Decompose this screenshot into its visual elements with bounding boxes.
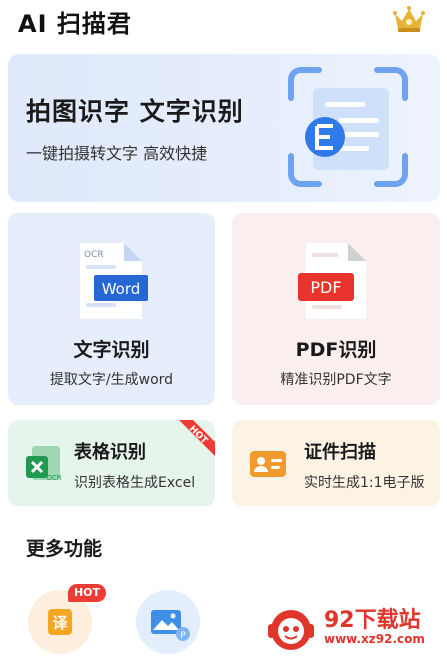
word-badge: Word [102, 280, 141, 298]
more-features-heading: 更多功能 [26, 538, 103, 560]
certificate-scan-card[interactable]: 证件扫描 实时生成1:1电子版 [232, 420, 440, 506]
image-icon: P [151, 610, 190, 641]
watermark-name: 92下载站 [324, 608, 421, 633]
hot-badge: HOT [68, 584, 106, 602]
site-watermark: 92下载站 www.xz92.com [262, 596, 442, 656]
table-recognition-subtitle: 识别表格生成Excel [74, 475, 196, 491]
banner-title: 拍图识字 文字识别 [26, 97, 244, 126]
table-recognition-title: 表格识别 [74, 442, 146, 463]
table-recognition-card[interactable]: OCR 表格识别 识别表格生成Excel HOT [8, 420, 215, 506]
crown-icon[interactable] [392, 4, 426, 34]
app-title: AI 扫描君 [18, 10, 132, 38]
pdf-badge: PDF [310, 278, 341, 297]
text-recognition-title: 文字识别 [73, 339, 150, 361]
ocr-tag: OCR [84, 250, 104, 260]
watermark-url: www.xz92.com [324, 632, 425, 646]
image-tool-button[interactable]: P [136, 590, 200, 654]
word-document-icon: OCR Word [80, 243, 148, 319]
certificate-scan-title: 证件扫描 [304, 442, 376, 463]
translate-glyph: 译 [52, 614, 68, 632]
scan-document-icon [288, 67, 408, 187]
image-glyph: P [180, 631, 186, 641]
pdf-document-icon: PDF [298, 243, 366, 319]
banner-subtitle: 一键拍摄转文字 高效快捷 [26, 144, 208, 163]
certificate-scan-subtitle: 实时生成1:1电子版 [304, 475, 425, 491]
ocr-banner[interactable]: 拍图识字 文字识别 一键拍摄转文字 高效快捷 [8, 54, 440, 202]
excel-icon: OCR [26, 446, 62, 482]
text-recognition-subtitle: 提取文字/生成word [49, 372, 174, 388]
id-card-icon [250, 451, 286, 477]
text-recognition-card[interactable]: OCR Word 文字识别 提取文字/生成word [8, 213, 215, 405]
app-header: AI 扫描君 [0, 0, 447, 44]
pdf-recognition-subtitle: 精准识别PDF文字 [280, 372, 392, 388]
pdf-recognition-card[interactable]: PDF PDF识别 精准识别PDF文字 [232, 213, 440, 405]
watermark-logo-icon [268, 610, 314, 650]
excel-ocr-tag: OCR [46, 474, 61, 482]
hot-ribbon: HOT [179, 420, 215, 456]
pdf-recognition-title: PDF识别 [295, 339, 377, 361]
